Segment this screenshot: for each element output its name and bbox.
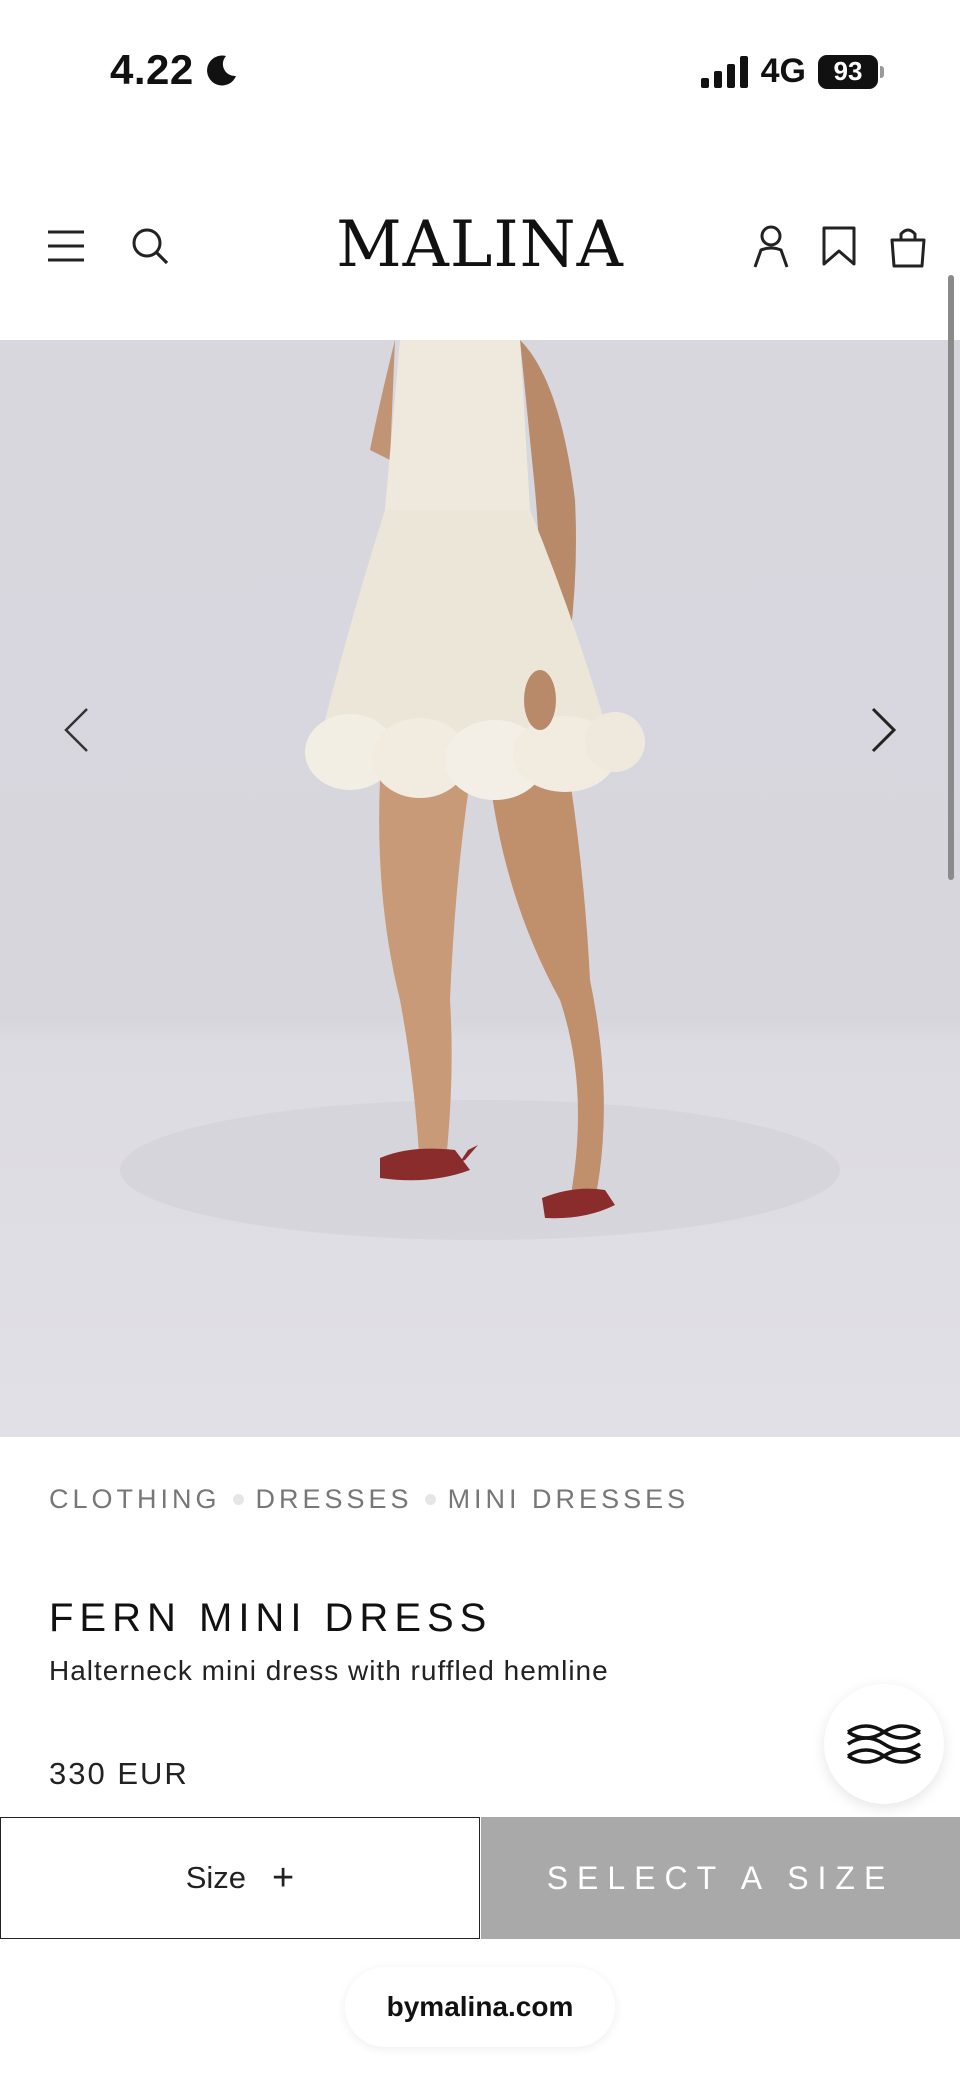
account-icon[interactable] <box>743 218 799 274</box>
select-size-label: SELECT A SIZE <box>546 1859 895 1896</box>
chat-logo-icon <box>847 1724 921 1764</box>
status-time-text: 4.22 <box>110 46 194 93</box>
breadcrumb-item-clothing[interactable]: CLOTHING <box>49 1484 221 1515</box>
previous-image-button[interactable] <box>46 680 106 780</box>
size-label: Size <box>185 1860 247 1895</box>
status-bar: 4.22 4G 93 <box>0 0 960 140</box>
breadcrumb-separator <box>424 1494 436 1505</box>
page-scrollbar[interactable] <box>948 275 954 880</box>
site-header: MALINA <box>0 190 960 340</box>
next-image-button[interactable] <box>854 680 914 780</box>
product-description: Halterneck mini dress with ruffled hemli… <box>49 1655 609 1686</box>
product-photo <box>120 340 840 1240</box>
product-title: FERN MINI DRESS <box>49 1596 493 1640</box>
signal-icon <box>700 55 748 88</box>
shopping-bag-icon[interactable] <box>880 218 936 274</box>
battery-indicator: 93 <box>818 54 884 89</box>
product-image-carousel[interactable] <box>0 340 960 1437</box>
network-type: 4G <box>760 52 806 90</box>
chevron-right-icon <box>871 707 897 753</box>
breadcrumb-item-dresses[interactable]: DRESSES <box>256 1484 413 1515</box>
status-indicators: 4G 93 <box>700 52 884 91</box>
browser-url: bymalina.com <box>386 1991 574 2022</box>
battery-level: 93 <box>833 56 863 86</box>
bookmark-icon[interactable] <box>811 218 867 274</box>
browser-address-bar[interactable]: bymalina.com <box>345 1967 615 2047</box>
plus-icon: + <box>272 1856 295 1899</box>
breadcrumb-item-mini-dresses[interactable]: MINI DRESSES <box>448 1484 690 1515</box>
breadcrumb-separator <box>232 1494 244 1505</box>
size-selector-button[interactable]: Size + <box>0 1817 480 1939</box>
chevron-left-icon <box>64 708 88 752</box>
breadcrumb: CLOTHING DRESSES MINI DRESSES <box>49 1484 689 1515</box>
select-size-button[interactable]: SELECT A SIZE <box>481 1817 960 1939</box>
chat-button[interactable] <box>824 1684 944 1804</box>
product-price: 330 EUR <box>49 1756 189 1791</box>
moon-icon <box>206 55 236 86</box>
status-time: 4.22 <box>110 46 240 94</box>
